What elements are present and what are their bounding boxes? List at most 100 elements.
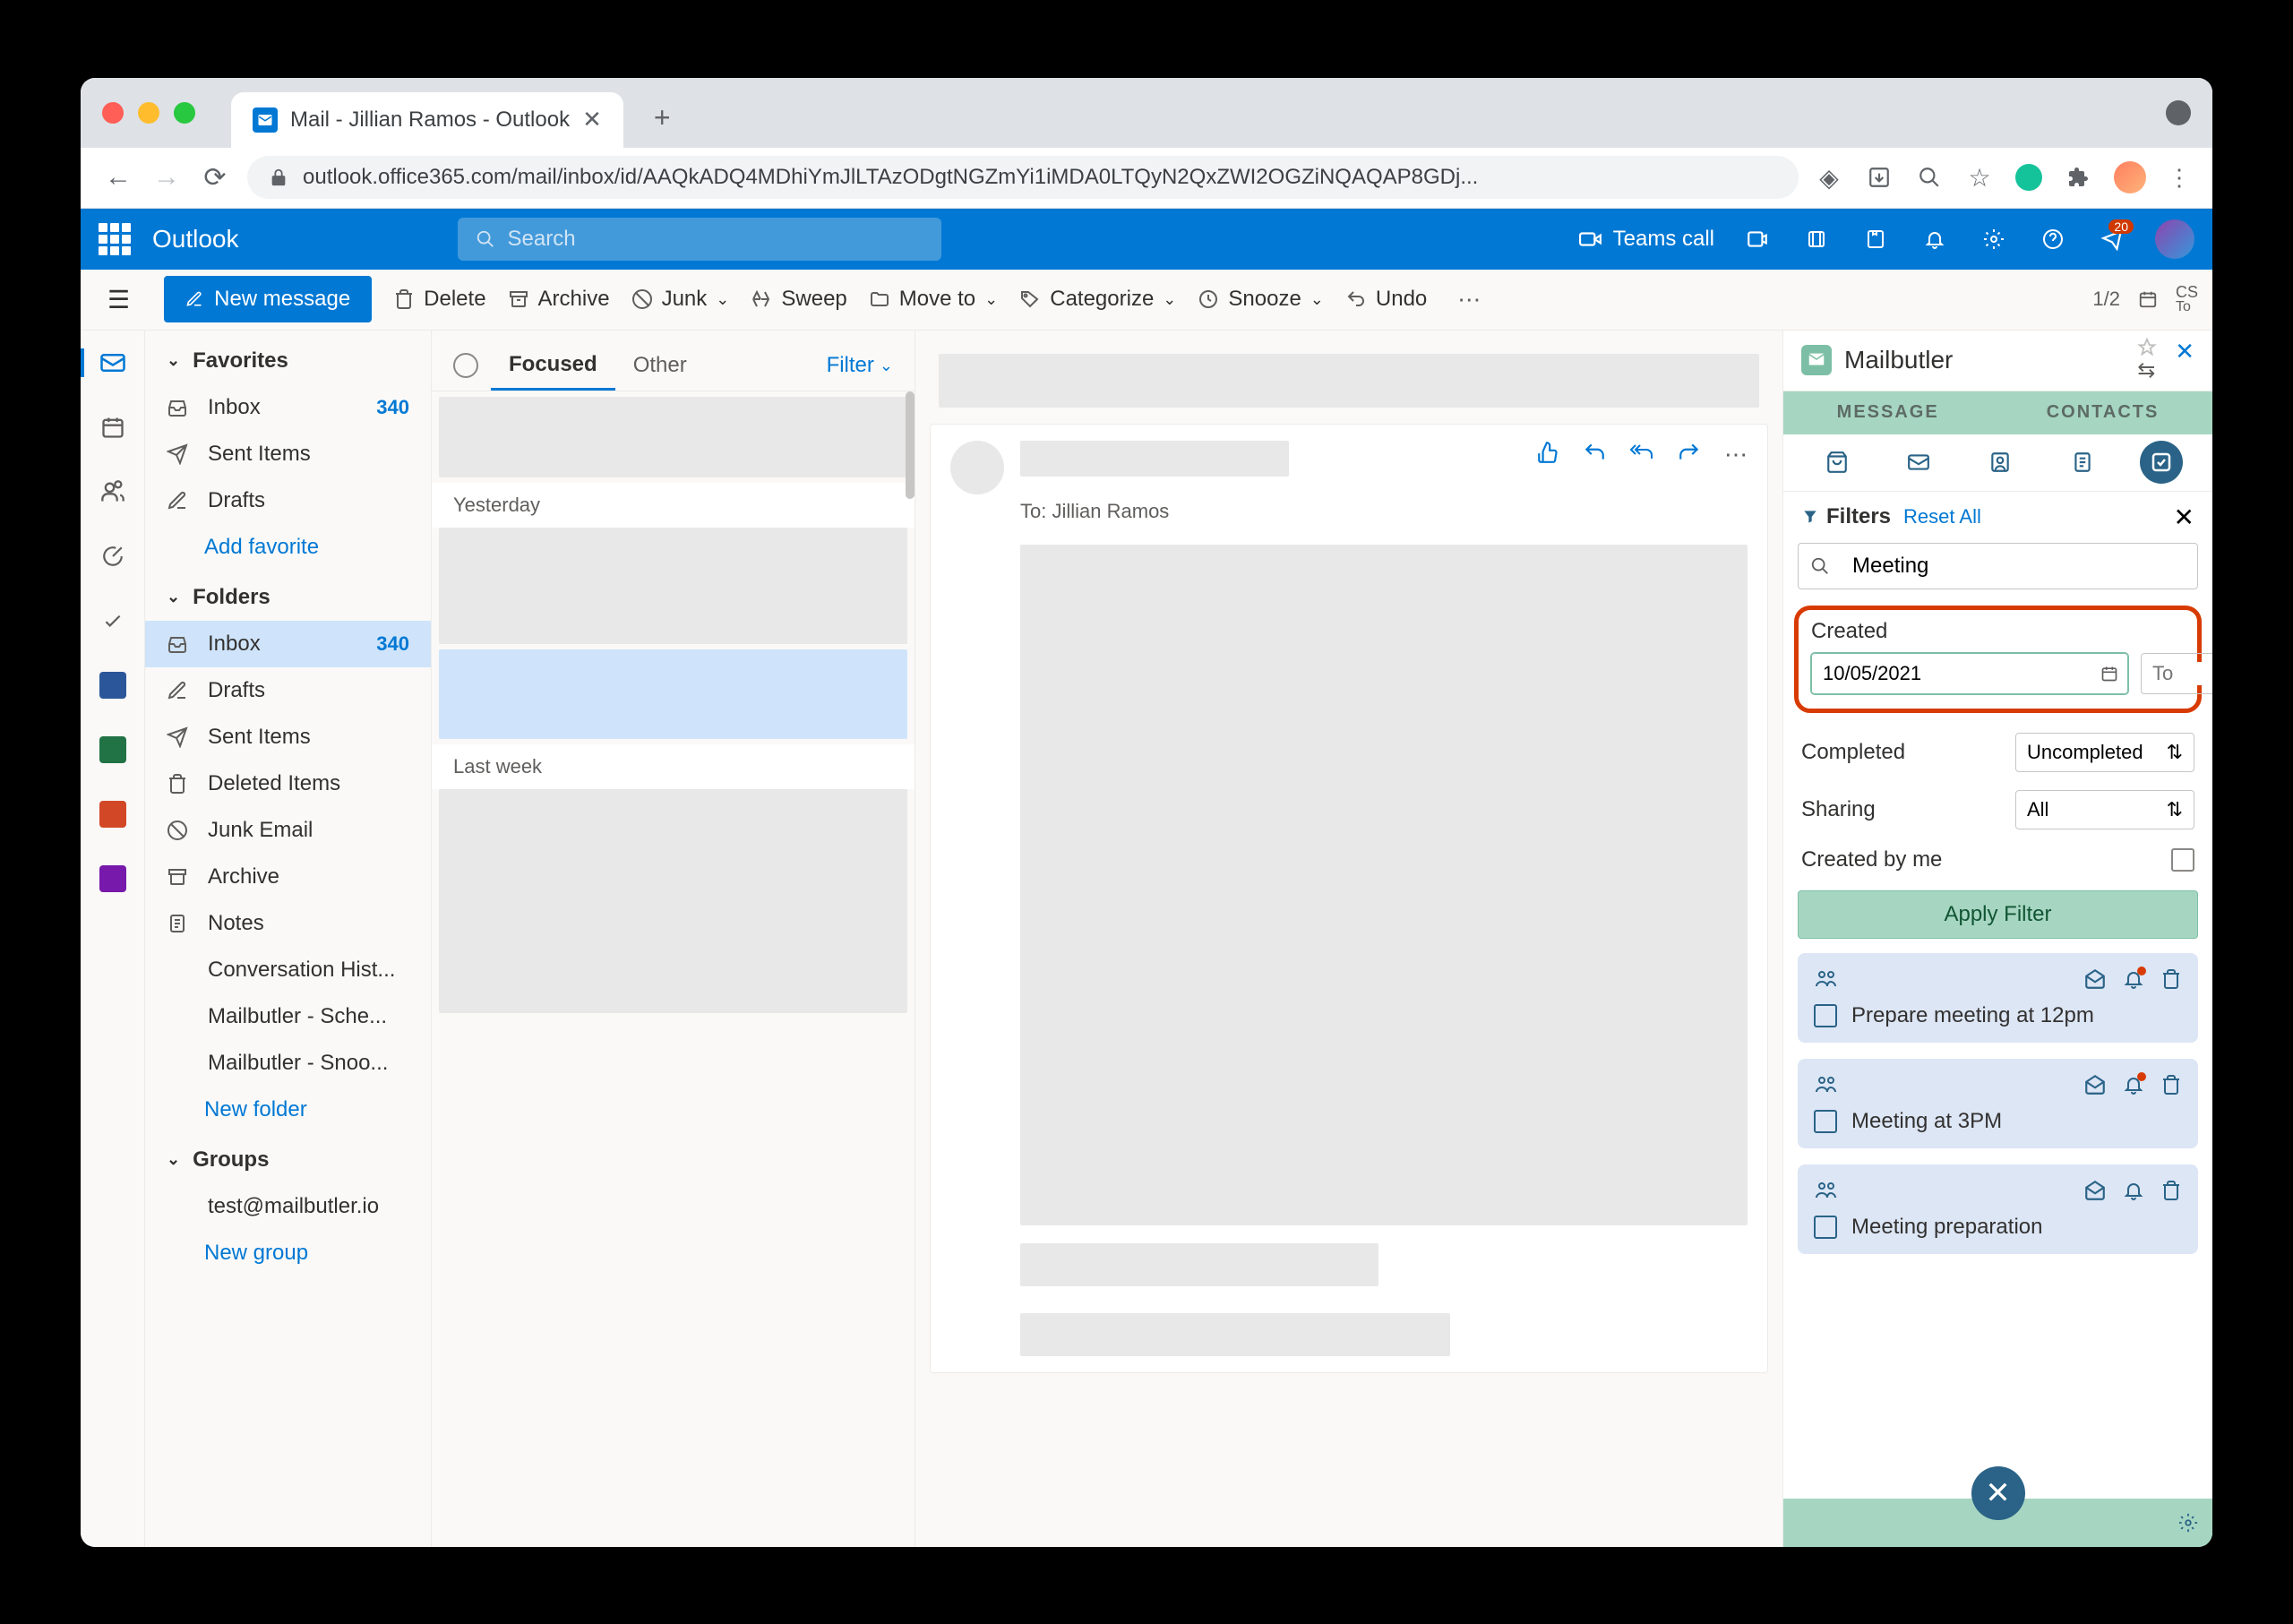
reply-button[interactable]: [1583, 441, 1606, 468]
reload-button[interactable]: ⟳: [199, 161, 231, 193]
calendar-icon[interactable]: [2091, 665, 2127, 683]
folders-header[interactable]: ⌄ Folders: [145, 571, 431, 621]
whats-new-icon[interactable]: 20: [2096, 223, 2128, 255]
rail-onenote-icon[interactable]: [93, 859, 133, 898]
extension-icon-1[interactable]: ◈: [1815, 163, 1843, 192]
tab-other[interactable]: Other: [615, 342, 705, 389]
favorites-sent[interactable]: Sent Items: [145, 431, 431, 477]
mb-notes-icon[interactable]: [2058, 443, 2107, 482]
window-maximize-button[interactable]: [174, 102, 195, 124]
rail-word-icon[interactable]: [93, 666, 133, 705]
reply-all-button[interactable]: [1629, 441, 1654, 468]
search-box[interactable]: [458, 218, 941, 261]
mb-contact-icon[interactable]: [1976, 443, 2024, 482]
sweep-button[interactable]: Sweep: [751, 287, 846, 312]
folder-junk[interactable]: Junk Email: [145, 807, 431, 854]
reset-all-link[interactable]: Reset All: [1903, 505, 1981, 528]
forward-button[interactable]: →: [150, 161, 183, 193]
rail-powerpoint-icon[interactable]: [93, 795, 133, 834]
user-avatar[interactable]: [2155, 219, 2194, 259]
task-card[interactable]: Prepare meeting at 12pm: [1798, 953, 2198, 1043]
task-card[interactable]: Meeting at 3PM: [1798, 1059, 2198, 1148]
new-folder-link[interactable]: New folder: [145, 1087, 431, 1133]
footer-close-button[interactable]: ✕: [1971, 1466, 2025, 1520]
profile-avatar[interactable]: [2114, 161, 2146, 193]
groups-header[interactable]: ⌄ Groups: [145, 1133, 431, 1183]
url-bar[interactable]: outlook.office365.com/mail/inbox/id/AAQk…: [247, 156, 1799, 199]
favorites-inbox[interactable]: Inbox 340: [145, 384, 431, 431]
close-panel-button[interactable]: ✕: [2175, 338, 2194, 383]
task-checkbox[interactable]: [1814, 1004, 1837, 1027]
install-icon[interactable]: [1865, 163, 1894, 192]
group-item[interactable]: test@mailbutler.io: [145, 1183, 431, 1230]
open-mail-icon[interactable]: [2083, 1073, 2107, 1096]
completed-select[interactable]: Uncompleted ⇅: [2015, 733, 2194, 772]
categorize-button[interactable]: Categorize ⌄: [1019, 287, 1176, 312]
filter-button[interactable]: Filter ⌄: [827, 353, 893, 378]
more-actions-button[interactable]: ⋯: [1724, 441, 1748, 468]
notes-icon[interactable]: [1859, 223, 1892, 255]
folder-drafts[interactable]: Drafts: [145, 667, 431, 714]
task-checkbox[interactable]: [1814, 1216, 1837, 1239]
window-minimize-button[interactable]: [138, 102, 159, 124]
my-day-icon[interactable]: [1800, 223, 1833, 255]
bookmark-icon[interactable]: ☆: [1965, 163, 1994, 192]
folder-mailbutler-scheduled[interactable]: Mailbutler - Sche...: [145, 993, 431, 1040]
archive-button[interactable]: Archive: [508, 287, 610, 312]
collaborators-icon[interactable]: [1814, 968, 1839, 990]
message-item[interactable]: [439, 789, 907, 1013]
mb-tasks-icon[interactable]: [2140, 441, 2183, 484]
folder-notes[interactable]: Notes: [145, 900, 431, 947]
delete-task-icon[interactable]: [2160, 1074, 2182, 1096]
apply-filter-button[interactable]: Apply Filter: [1798, 890, 2198, 939]
undo-button[interactable]: Undo: [1345, 287, 1427, 312]
date-from-input[interactable]: [1812, 662, 2091, 685]
tab-contacts[interactable]: CONTACTS: [2047, 402, 2160, 423]
folder-inbox[interactable]: Inbox 340: [145, 621, 431, 667]
folder-mailbutler-snoozed[interactable]: Mailbutler - Snoo...: [145, 1040, 431, 1087]
move-to-button[interactable]: Move to ⌄: [869, 287, 998, 312]
nav-toggle-button[interactable]: ☰: [95, 285, 142, 314]
message-item[interactable]: [439, 528, 907, 644]
mb-search-row[interactable]: [1798, 543, 2198, 589]
teams-call-button[interactable]: Teams call: [1579, 227, 1714, 252]
add-favorite-link[interactable]: Add favorite: [145, 524, 431, 571]
tab-message[interactable]: MESSAGE: [1837, 402, 1939, 423]
bell-icon[interactable]: [2123, 1180, 2144, 1201]
chrome-menu-button[interactable]: ⋮: [2168, 164, 2191, 192]
select-all-checkbox[interactable]: [453, 353, 478, 378]
folder-conversation-history[interactable]: Conversation Hist...: [145, 947, 431, 993]
collaborators-icon[interactable]: [1814, 1074, 1839, 1096]
delete-task-icon[interactable]: [2160, 1180, 2182, 1201]
zoom-icon[interactable]: [1915, 163, 1944, 192]
rail-mail-icon[interactable]: [93, 343, 133, 382]
settings-icon[interactable]: [1978, 223, 2010, 255]
back-button[interactable]: ←: [102, 161, 134, 193]
help-icon[interactable]: [2037, 223, 2069, 255]
task-checkbox[interactable]: [1814, 1110, 1837, 1133]
more-commands-button[interactable]: ⋯: [1457, 286, 1481, 314]
message-item[interactable]: [439, 397, 907, 477]
favorites-drafts[interactable]: Drafts: [145, 477, 431, 524]
mb-search-input[interactable]: [1842, 554, 2197, 579]
tab-close-button[interactable]: ✕: [582, 106, 602, 133]
open-mail-icon[interactable]: [2083, 967, 2107, 991]
forward-button[interactable]: [1678, 441, 1701, 468]
search-input[interactable]: [508, 227, 923, 252]
date-from-field[interactable]: [1811, 653, 2128, 694]
new-group-link[interactable]: New group: [145, 1230, 431, 1276]
filters-close-button[interactable]: ✕: [2174, 503, 2194, 532]
favorites-header[interactable]: ⌄ Favorites: [145, 334, 431, 384]
extension-indicator[interactable]: [2166, 100, 2191, 125]
collaborators-icon[interactable]: [1814, 1180, 1839, 1201]
notifications-icon[interactable]: [1919, 223, 1951, 255]
rail-excel-icon[interactable]: [93, 730, 133, 769]
footer-settings-icon[interactable]: [2178, 1513, 2198, 1533]
bell-alert-icon[interactable]: [2123, 968, 2144, 990]
folder-archive[interactable]: Archive: [145, 854, 431, 900]
delete-button[interactable]: Delete: [393, 287, 485, 312]
grammarly-icon[interactable]: [2015, 164, 2042, 191]
like-button[interactable]: [1536, 441, 1559, 468]
mb-cart-icon[interactable]: [1813, 443, 1861, 482]
created-by-me-checkbox[interactable]: [2171, 848, 2194, 872]
